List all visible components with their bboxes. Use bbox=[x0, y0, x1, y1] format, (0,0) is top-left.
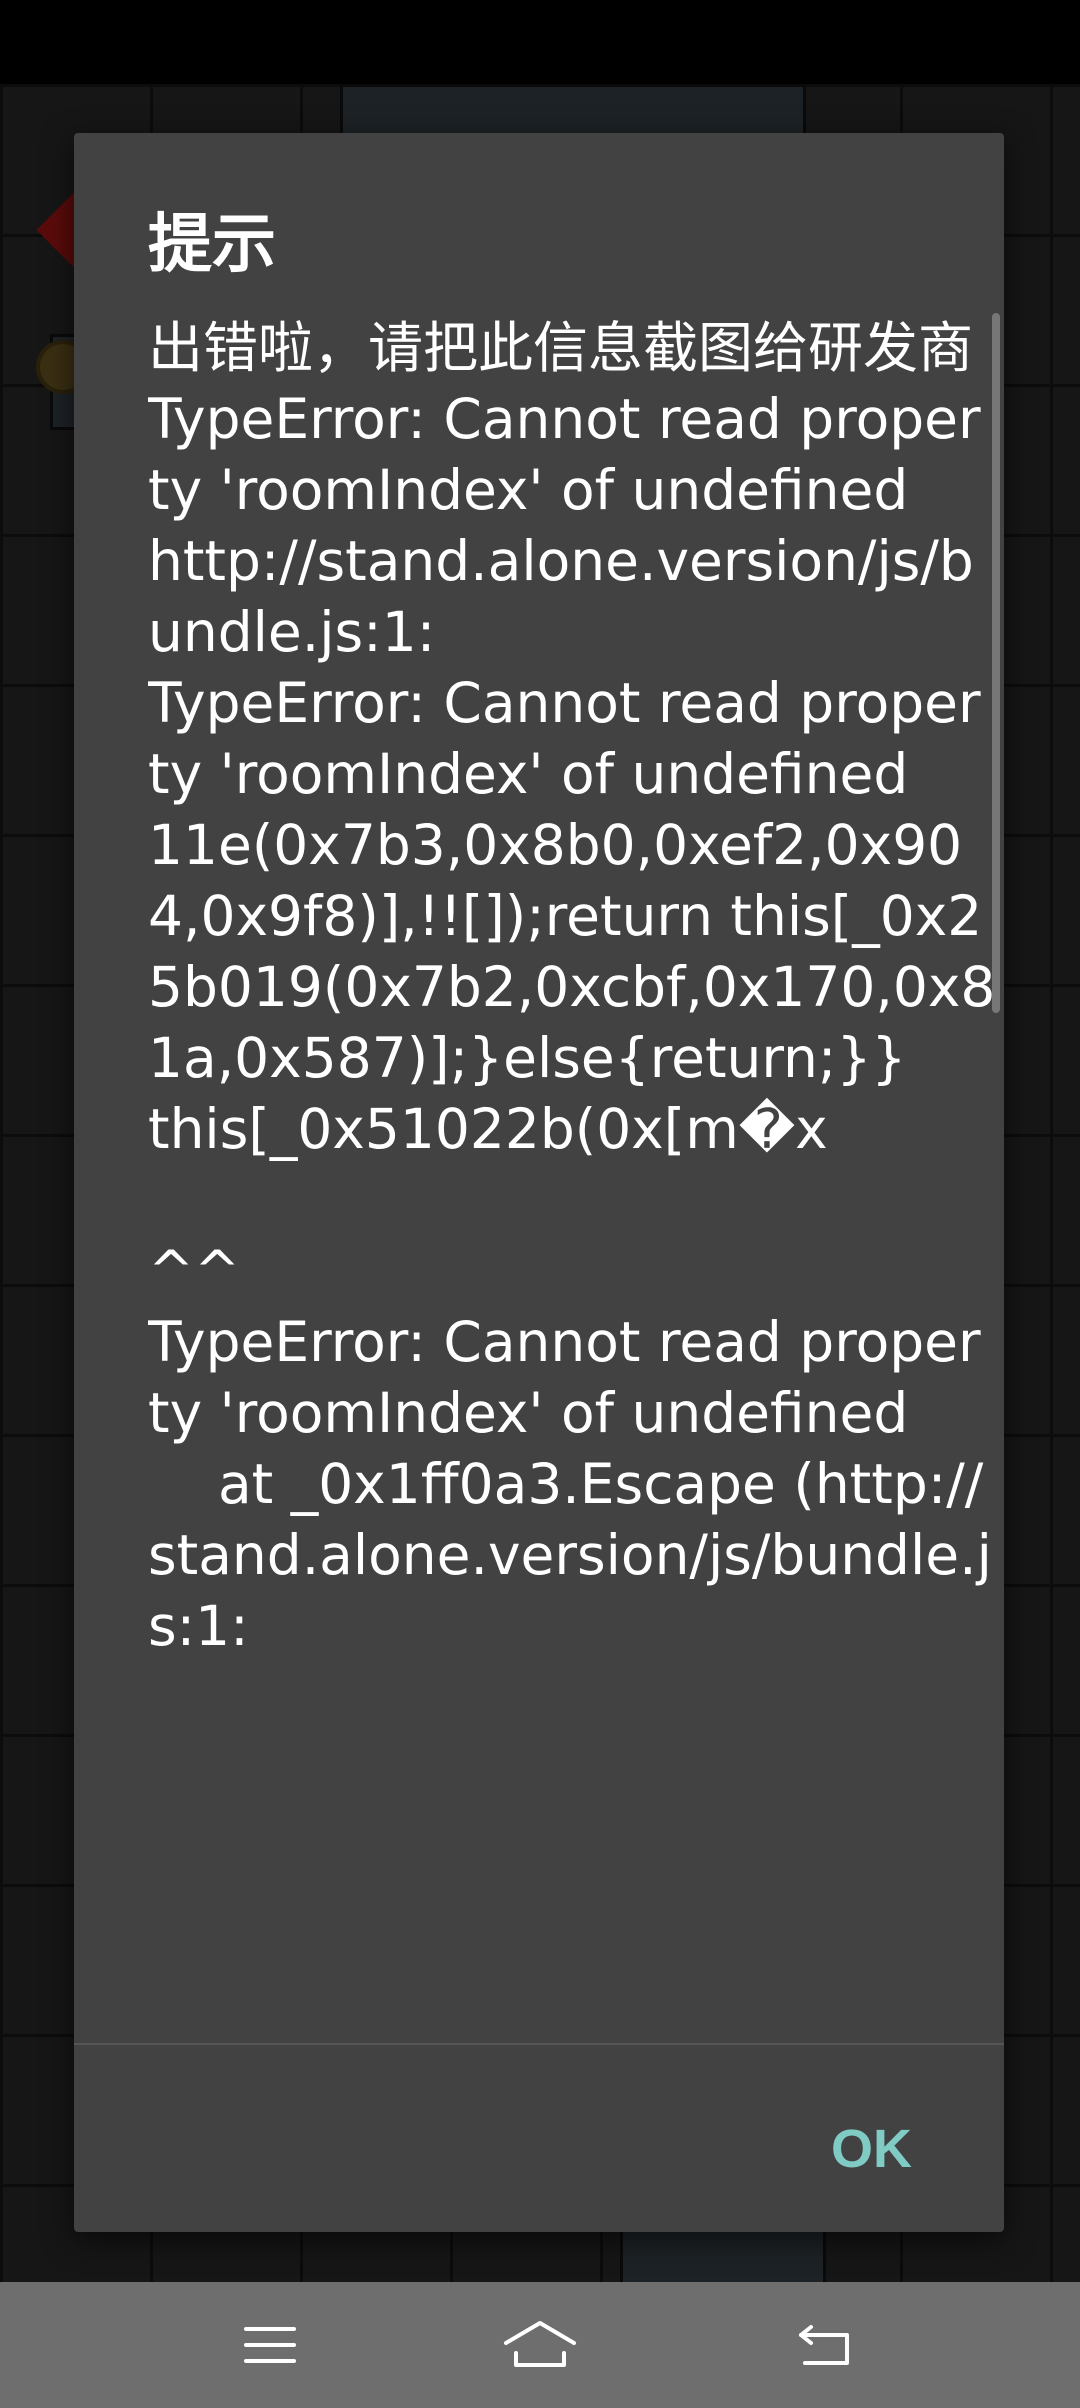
menu-button[interactable] bbox=[190, 2282, 350, 2408]
back-button[interactable] bbox=[745, 2282, 905, 2408]
navigation-bar bbox=[0, 2282, 1080, 2408]
home-button[interactable] bbox=[460, 2282, 620, 2408]
back-icon bbox=[799, 2325, 849, 2365]
menu-icon bbox=[244, 2327, 296, 2363]
ok-button[interactable]: OK bbox=[823, 2108, 920, 2190]
dialog-title: 提示 bbox=[148, 208, 276, 282]
message-scrollbar[interactable] bbox=[992, 313, 1000, 1013]
message-scroll-area[interactable]: 出错啦，请把此信息截图给研发商 TypeError: Cannot read p… bbox=[148, 313, 998, 2175]
status-bar bbox=[0, 0, 1080, 84]
home-icon bbox=[504, 2321, 576, 2367]
game-tile bbox=[620, 2224, 826, 2282]
error-message: 出错啦，请把此信息截图给研发商 TypeError: Cannot read p… bbox=[148, 316, 996, 1658]
error-dialog: 提示 出错啦，请把此信息截图给研发商 TypeError: Cannot rea… bbox=[74, 133, 1004, 2232]
dialog-divider bbox=[74, 2043, 1004, 2045]
